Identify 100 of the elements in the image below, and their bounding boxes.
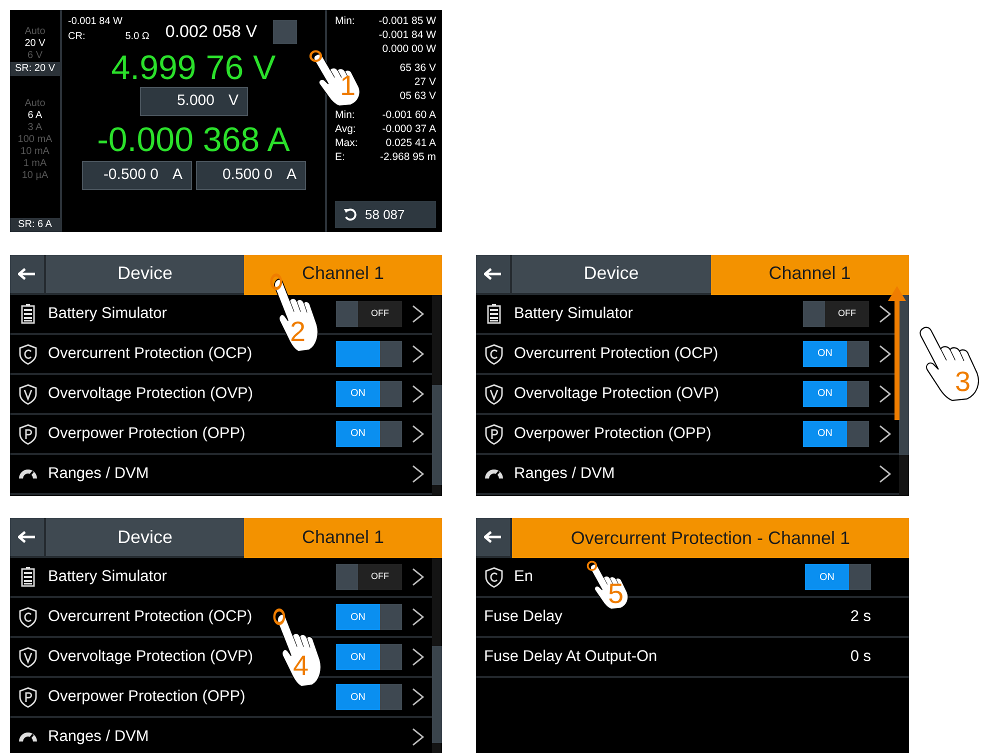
stat-label: Min: bbox=[335, 14, 355, 28]
toggle-switch[interactable]: OFF bbox=[803, 300, 869, 326]
range-option[interactable]: 6 A bbox=[28, 110, 42, 122]
setting-label: En bbox=[514, 567, 533, 588]
chevron-right-icon[interactable] bbox=[412, 424, 424, 444]
power-reading: -0.001 84 W bbox=[68, 15, 124, 29]
chevron-right-icon[interactable] bbox=[412, 384, 424, 404]
menu-item-label[interactable]: Overpower Protection (OPP) bbox=[48, 422, 246, 446]
screen-title: Overcurrent Protection - Channel 1 bbox=[512, 518, 909, 558]
reset-counter-button[interactable]: 58 087 bbox=[335, 200, 436, 228]
setting-value[interactable]: 2 s bbox=[850, 605, 871, 629]
shield-c-icon bbox=[484, 342, 504, 364]
limit-unit: A bbox=[286, 165, 296, 186]
back-button[interactable] bbox=[10, 254, 46, 294]
chevron-right-icon[interactable] bbox=[879, 304, 891, 324]
back-button[interactable] bbox=[476, 254, 512, 294]
menu-item-label[interactable]: Overvoltage Protection (OVP) bbox=[48, 382, 254, 406]
output-current: -0.000 368 A bbox=[97, 122, 290, 160]
stat-label: Max: bbox=[335, 136, 358, 150]
chevron-right-icon[interactable] bbox=[879, 384, 891, 404]
chevron-right-icon[interactable] bbox=[412, 304, 424, 324]
shield-p-icon bbox=[484, 422, 504, 444]
stat-value: 05 63 V bbox=[400, 89, 436, 103]
menu-item-label[interactable]: Ranges / DVM bbox=[514, 462, 615, 486]
chevron-right-icon[interactable] bbox=[879, 464, 891, 484]
output-voltage: 4.999 76 V bbox=[111, 50, 276, 88]
back-arrow-icon bbox=[18, 531, 36, 543]
back-arrow-icon bbox=[484, 268, 502, 280]
step-number: 3 bbox=[955, 368, 971, 396]
setpoint-value: 5.000 bbox=[176, 91, 214, 112]
menu-item-label[interactable]: Battery Simulator bbox=[48, 565, 167, 589]
swipe-arrow-icon bbox=[887, 285, 907, 420]
stat-value: -0.000 37 A bbox=[382, 122, 436, 136]
menu-item-label[interactable]: Overcurrent Protection (OCP) bbox=[48, 605, 252, 629]
chevron-right-icon[interactable] bbox=[412, 567, 424, 587]
menu-item-label[interactable]: Overcurrent Protection (OCP) bbox=[514, 342, 718, 366]
stat-value: -0.001 84 W bbox=[378, 28, 436, 42]
limit-value: 0.500 0 bbox=[222, 165, 272, 186]
menu-item-label[interactable]: Overpower Protection (OPP) bbox=[514, 422, 712, 446]
menu-item-label[interactable]: Battery Simulator bbox=[48, 302, 167, 326]
stat-value: 65 36 V bbox=[400, 61, 436, 75]
tab[interactable]: Device bbox=[46, 518, 244, 558]
limit-unit: A bbox=[172, 165, 182, 186]
chevron-right-icon[interactable] bbox=[879, 424, 891, 444]
setpoint-unit: V bbox=[228, 91, 238, 112]
back-button[interactable] bbox=[476, 518, 512, 558]
tab[interactable]: Device bbox=[46, 254, 244, 294]
limit-value: -0.500 0 bbox=[103, 165, 158, 186]
chevron-right-icon[interactable] bbox=[412, 647, 424, 667]
current-limit-field[interactable]: -0.500 0 A bbox=[82, 161, 192, 190]
stat-value: 0.025 41 A bbox=[386, 136, 436, 150]
menu-item-label[interactable]: Overvoltage Protection (OVP) bbox=[514, 382, 720, 406]
toggle-switch[interactable] bbox=[336, 340, 402, 366]
stat-value: -0.001 85 W bbox=[378, 14, 436, 28]
range-option[interactable]: 20 V bbox=[24, 38, 46, 50]
tab[interactable]: Channel 1 bbox=[244, 254, 442, 294]
back-arrow-icon bbox=[484, 531, 502, 543]
gauge-icon bbox=[484, 468, 504, 478]
current-limit-field[interactable]: 0.500 0 A bbox=[196, 161, 306, 190]
tab[interactable]: Device bbox=[512, 254, 710, 294]
setting-label: Fuse Delay bbox=[484, 607, 562, 628]
gauge-icon bbox=[18, 468, 38, 478]
chevron-right-icon[interactable] bbox=[412, 687, 424, 707]
counter-value: 58 087 bbox=[365, 206, 405, 224]
menu-item-label[interactable]: Ranges / DVM bbox=[48, 462, 149, 486]
menu-item-label[interactable]: Battery Simulator bbox=[514, 302, 633, 326]
cr-label: CR: bbox=[68, 30, 86, 44]
step-number: 1 bbox=[340, 72, 356, 100]
chevron-right-icon[interactable] bbox=[412, 727, 424, 747]
shield-p-icon bbox=[18, 422, 38, 444]
menu-item-label[interactable]: Ranges / DVM bbox=[48, 725, 149, 749]
menu-item-label[interactable]: Overpower Protection (OPP) bbox=[48, 685, 246, 709]
menu-item-label[interactable]: Overvoltage Protection (OVP) bbox=[48, 645, 254, 669]
chevron-right-icon[interactable] bbox=[412, 344, 424, 364]
back-arrow-icon bbox=[18, 268, 36, 280]
reset-icon bbox=[343, 207, 357, 222]
menu-item-label[interactable]: Overcurrent Protection (OCP) bbox=[48, 342, 252, 366]
shield-v-icon bbox=[18, 382, 38, 404]
step-number: 5 bbox=[608, 580, 624, 608]
hand-drawing bbox=[584, 558, 630, 610]
gauge-icon bbox=[18, 732, 38, 742]
sense-range-label: SR: 6 A bbox=[10, 218, 60, 232]
voltage-setpoint-field[interactable]: 5.000 V bbox=[140, 87, 248, 116]
shield-p-icon bbox=[18, 686, 38, 708]
toggle-switch[interactable]: OFF bbox=[336, 300, 402, 326]
setting-value[interactable]: 0 s bbox=[850, 645, 871, 669]
resistance-reading: 5.0 Ω bbox=[125, 30, 150, 44]
toggle-switch[interactable]: OFF bbox=[336, 564, 402, 590]
shield-c-icon bbox=[484, 566, 504, 588]
back-button[interactable] bbox=[10, 518, 46, 558]
shield-c-icon bbox=[18, 606, 38, 628]
chevron-right-icon[interactable] bbox=[879, 344, 891, 364]
chevron-right-icon[interactable] bbox=[412, 607, 424, 627]
chevron-right-icon[interactable] bbox=[412, 464, 424, 484]
stat-value: 27 V bbox=[414, 75, 436, 89]
tab[interactable]: Channel 1 bbox=[244, 518, 442, 558]
tab[interactable]: Channel 1 bbox=[710, 254, 909, 294]
setting-label: Fuse Delay At Output-On bbox=[484, 647, 658, 668]
sense-range-label: SR: 20 V bbox=[10, 62, 60, 76]
shield-v-icon bbox=[18, 646, 38, 668]
